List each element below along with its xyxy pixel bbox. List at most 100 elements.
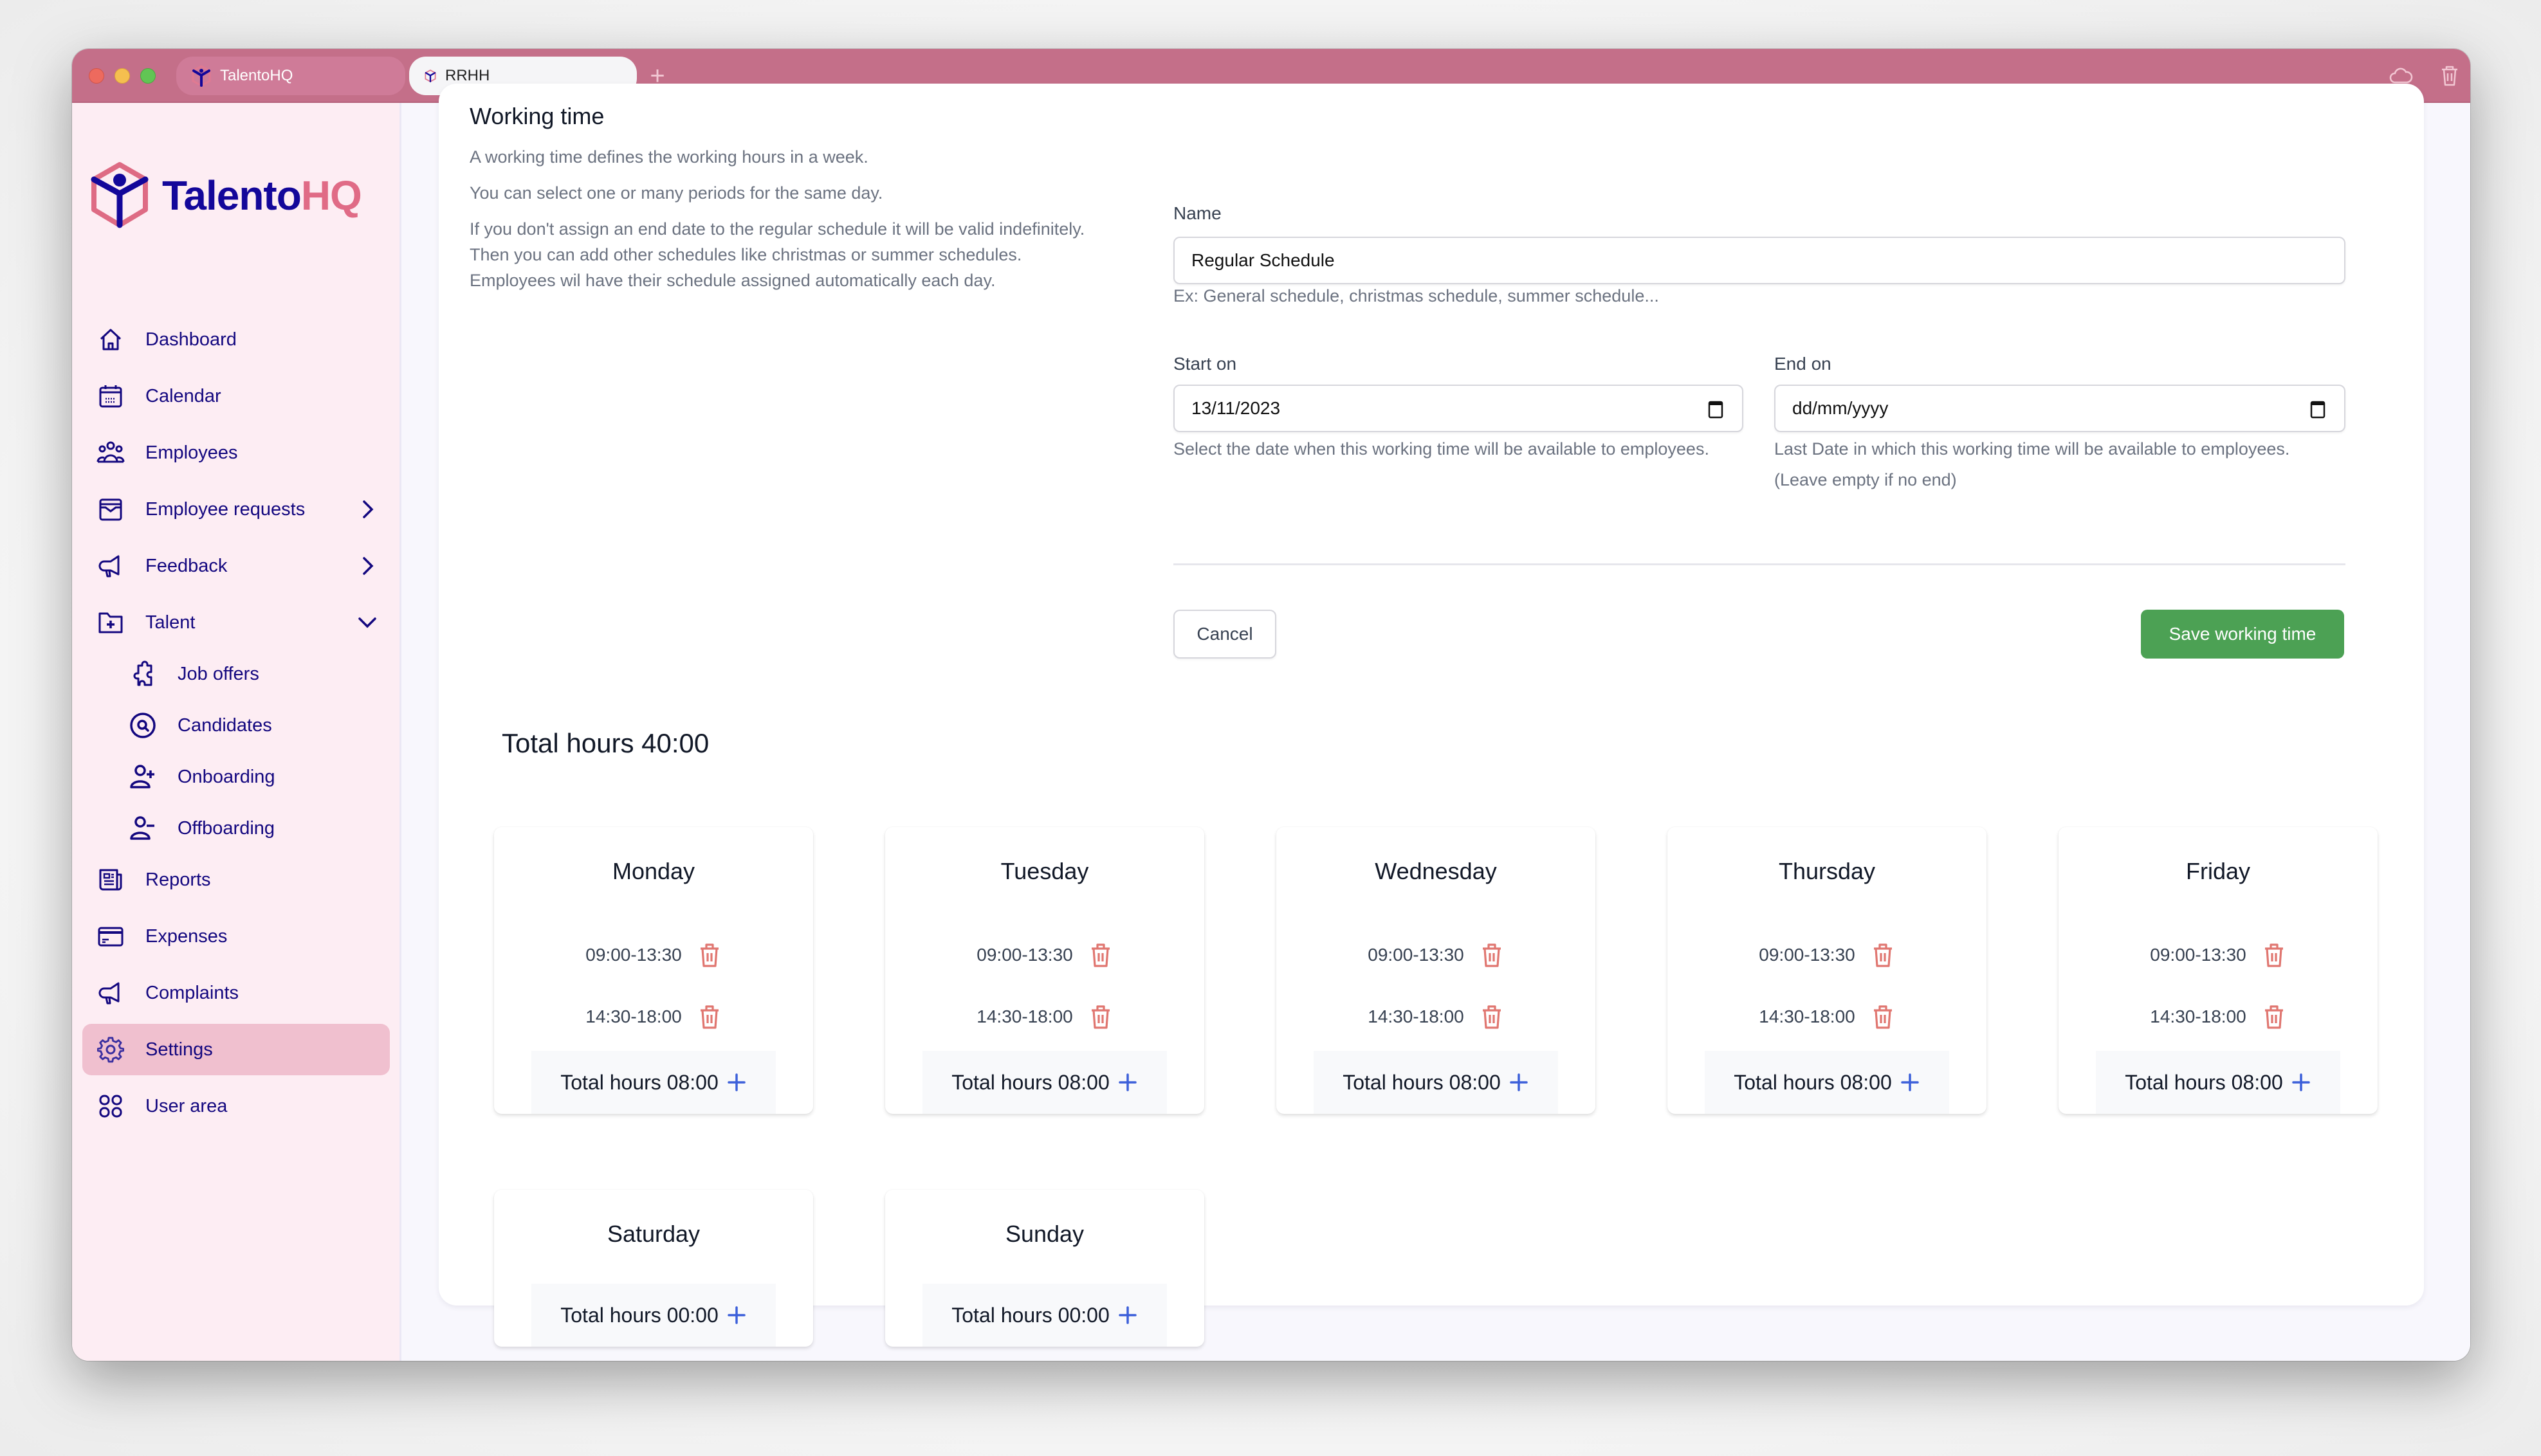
- end-on-hint: Last Date in which this working time wil…: [1774, 439, 2290, 489]
- period-row: 14:30-18:00: [885, 1003, 1204, 1030]
- users-icon: [96, 441, 125, 463]
- period-time: 09:00-13:30: [585, 945, 682, 965]
- day-total: Total hours 08:00: [1314, 1051, 1558, 1114]
- start-on-value: 13/11/2023: [1191, 398, 1281, 418]
- working-time-title: Working time: [470, 103, 605, 129]
- day-card-saturday: Saturday Total hours 00:00: [494, 1190, 813, 1347]
- period-row: 09:00-13:30: [885, 942, 1204, 969]
- period-row: 09:00-13:30: [2059, 942, 2378, 969]
- period-row: 14:30-18:00: [1667, 1003, 1986, 1030]
- grid-icon: [99, 1095, 122, 1118]
- sidebar-item-calendar[interactable]: Calendar: [82, 370, 399, 422]
- day-total: Total hours 08:00: [1705, 1051, 1949, 1114]
- calendar-picker-icon[interactable]: [1707, 399, 1724, 419]
- period-time: 09:00-13:30: [1759, 945, 1855, 965]
- sidebar-item-candidates[interactable]: Candidates: [115, 700, 398, 751]
- add-period-icon[interactable]: [1900, 1072, 1920, 1093]
- sidebar-item-feedback[interactable]: Feedback: [82, 540, 399, 592]
- user-plus-icon: [130, 765, 154, 788]
- talentohq-logo[interactable]: TalentoHQ: [90, 162, 362, 229]
- sidebar-item-employees[interactable]: Employees: [82, 427, 399, 478]
- trash-icon[interactable]: [2437, 63, 2463, 89]
- day-total: Total hours 08:00: [531, 1051, 776, 1114]
- sidebar-item-label: Complaints: [145, 982, 239, 1003]
- sidebar-item-employee-requests[interactable]: Employee requests: [82, 484, 399, 535]
- day-card-tuesday: Tuesday 09:00-13:30 14:30-18:00 Total hou…: [885, 827, 1204, 1114]
- day-total: Total hours 00:00: [922, 1284, 1167, 1347]
- period-row: 14:30-18:00: [494, 1003, 813, 1030]
- minimize-window-button[interactable]: [115, 68, 130, 84]
- add-period-icon[interactable]: [1509, 1072, 1529, 1093]
- day-name: Tuesday: [1000, 858, 1089, 884]
- sidebar: TalentoHQ Dashboard Calendar Employees E…: [72, 103, 401, 1361]
- delete-period-icon[interactable]: [1871, 942, 1895, 969]
- chevron-down-icon[interactable]: [356, 612, 378, 633]
- delete-period-icon[interactable]: [1088, 1003, 1113, 1030]
- delete-period-icon[interactable]: [697, 942, 722, 969]
- start-on-date-input[interactable]: 13/11/2023: [1173, 385, 1743, 432]
- working-time-description-1: A working time defines the working hours…: [470, 147, 868, 167]
- browser-window: TalentoHQ RRHH + TalentoHQ Dashboard Cal…: [72, 49, 2470, 1361]
- main-content: Working time A working time defines the …: [405, 84, 2470, 1361]
- day-total-label: Total hours 08:00: [1734, 1070, 1892, 1094]
- puzzle-icon: [133, 660, 152, 686]
- sidebar-item-reports[interactable]: Reports: [82, 854, 399, 905]
- sidebar-item-label: Settings: [145, 1039, 213, 1060]
- add-period-icon[interactable]: [1117, 1072, 1138, 1093]
- calendar-picker-icon[interactable]: [2309, 399, 2326, 419]
- calendar-icon: [99, 385, 122, 408]
- working-time-description-2: You can select one or many periods for t…: [470, 183, 883, 203]
- sidebar-item-complaints[interactable]: Complaints: [82, 967, 399, 1019]
- delete-period-icon[interactable]: [697, 1003, 722, 1030]
- start-on-hint: Select the date when this working time w…: [1173, 439, 1709, 459]
- chevron-right-icon[interactable]: [356, 498, 378, 520]
- sidebar-item-user-area[interactable]: User area: [82, 1080, 399, 1132]
- end-on-date-input[interactable]: dd/mm/yyyy: [1774, 385, 2345, 432]
- form-divider: [1173, 563, 2345, 565]
- sidebar-item-label: Onboarding: [178, 766, 275, 787]
- credit-card-icon: [98, 927, 124, 947]
- period-row: 09:00-13:30: [1667, 942, 1986, 969]
- sidebar-item-label: Reports: [145, 869, 211, 890]
- add-period-icon[interactable]: [1117, 1305, 1138, 1325]
- day-name: Friday: [2185, 858, 2251, 884]
- day-name: Wednesday: [1375, 858, 1497, 884]
- sidebar-item-settings[interactable]: Settings: [82, 1024, 390, 1075]
- maximize-window-button[interactable]: [140, 68, 156, 84]
- sidebar-item-label: Feedback: [145, 555, 228, 576]
- end-on-label: End on: [1774, 354, 1831, 374]
- save-working-time-button[interactable]: Save working time: [2141, 610, 2344, 659]
- sidebar-item-talent[interactable]: Talent: [82, 597, 399, 648]
- delete-period-icon[interactable]: [1871, 1003, 1895, 1030]
- browser-tab-talentohq[interactable]: TalentoHQ: [176, 57, 405, 95]
- period-time: 14:30-18:00: [1759, 1006, 1855, 1026]
- sidebar-item-onboarding[interactable]: Onboarding: [115, 751, 398, 803]
- delete-period-icon[interactable]: [2262, 1003, 2286, 1030]
- newspaper-icon: [99, 869, 122, 891]
- sidebar-item-label: Job offers: [178, 663, 259, 684]
- sidebar-item-expenses[interactable]: Expenses: [82, 911, 399, 962]
- delete-period-icon[interactable]: [1480, 942, 1504, 969]
- day-total: Total hours 08:00: [2096, 1051, 2340, 1114]
- day-card-monday: Monday 09:00-13:30 14:30-18:00 Total hour…: [494, 827, 813, 1114]
- day-total-label: Total hours 00:00: [951, 1303, 1110, 1327]
- delete-period-icon[interactable]: [1088, 942, 1113, 969]
- day-total-label: Total hours 08:00: [951, 1070, 1110, 1094]
- period-time: 14:30-18:00: [585, 1006, 682, 1026]
- name-input[interactable]: [1173, 237, 2345, 284]
- sidebar-item-dashboard[interactable]: Dashboard: [82, 314, 399, 365]
- working-time-description-3: If you don't assign an end date to the r…: [470, 219, 1085, 290]
- period-time: 09:00-13:30: [1368, 945, 1464, 965]
- cancel-button[interactable]: Cancel: [1173, 610, 1276, 659]
- delete-period-icon[interactable]: [2262, 942, 2286, 969]
- sidebar-item-job-offers[interactable]: Job offers: [115, 648, 398, 700]
- add-period-icon[interactable]: [726, 1305, 747, 1325]
- add-period-icon[interactable]: [2291, 1072, 2311, 1093]
- chevron-right-icon[interactable]: [356, 555, 378, 577]
- add-period-icon[interactable]: [726, 1072, 747, 1093]
- delete-period-icon[interactable]: [1480, 1003, 1504, 1030]
- sidebar-item-label: Calendar: [145, 385, 221, 406]
- close-window-button[interactable]: [89, 68, 104, 84]
- day-card-sunday: Sunday Total hours 00:00: [885, 1190, 1204, 1347]
- sidebar-item-offboarding[interactable]: Offboarding: [115, 803, 398, 854]
